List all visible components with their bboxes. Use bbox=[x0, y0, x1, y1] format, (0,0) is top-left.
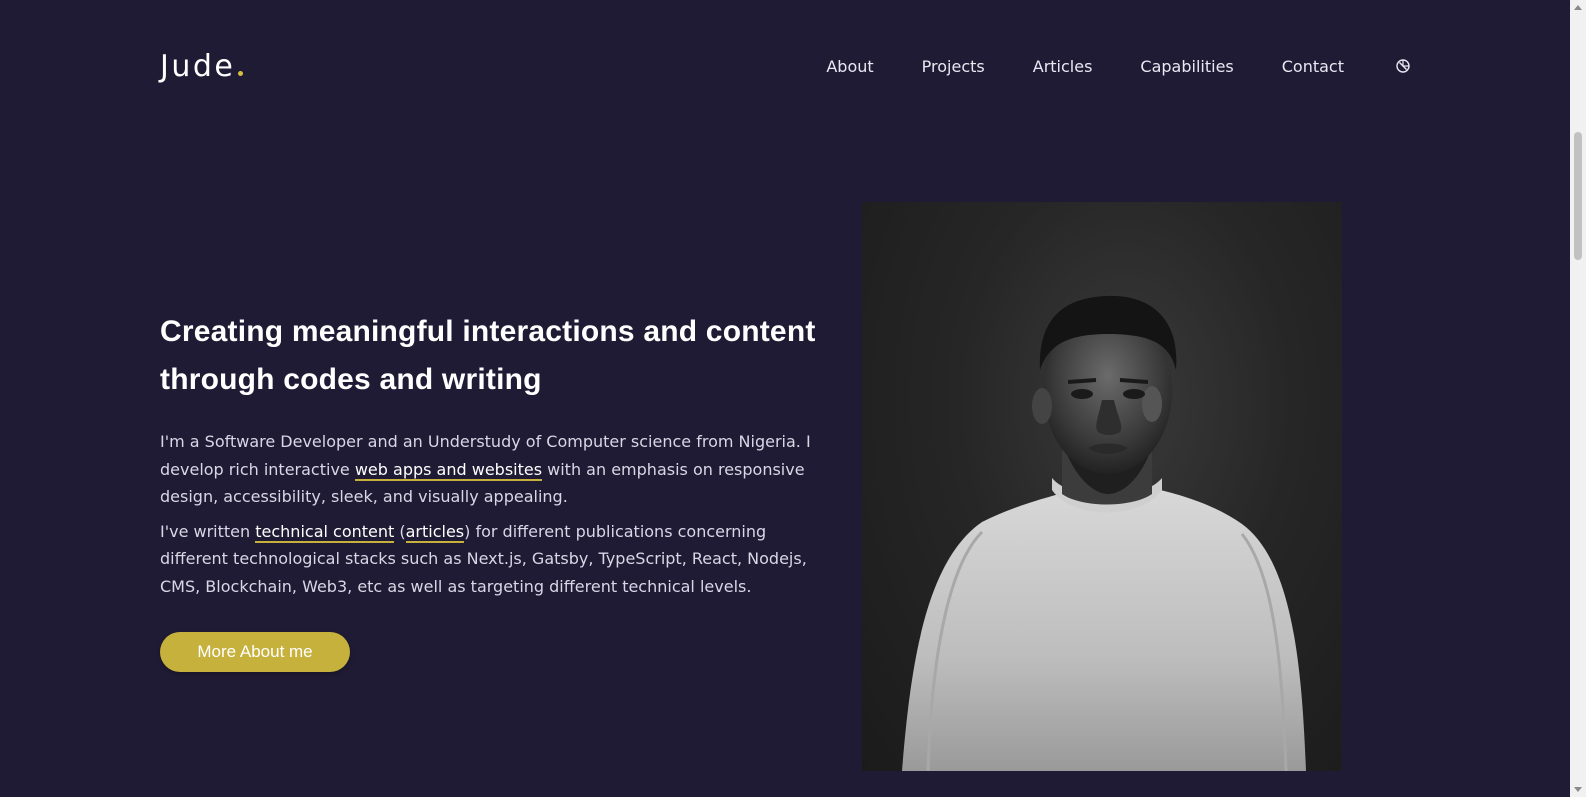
nav-contact[interactable]: Contact bbox=[1282, 57, 1344, 76]
page-scrollbar[interactable] bbox=[1570, 0, 1586, 797]
logo-text[interactable]: Jude bbox=[160, 49, 235, 84]
nav-capabilities[interactable]: Capabilities bbox=[1140, 57, 1233, 76]
portrait-illustration bbox=[902, 295, 1306, 771]
writing-text-before: I've written bbox=[160, 521, 256, 541]
hero-headline: Creating meaningful interactions and con… bbox=[160, 315, 816, 396]
hero-text: Creating meaningful interactions and con… bbox=[160, 308, 840, 672]
theme-toggle-icon[interactable] bbox=[1394, 57, 1412, 75]
scroll-up-arrow-icon[interactable] bbox=[1574, 5, 1582, 10]
scroll-down-arrow-icon[interactable] bbox=[1574, 787, 1582, 792]
main-nav: About Projects Articles Capabilities Con… bbox=[826, 57, 1412, 76]
portrait-photo bbox=[862, 202, 1342, 771]
nav-about[interactable]: About bbox=[826, 57, 873, 76]
articles-link[interactable]: articles bbox=[405, 521, 465, 543]
page: Jude About Projects Articles Capabilitie… bbox=[0, 0, 1570, 797]
hero-intro-paragraph: I'm a Software Developer and an Understu… bbox=[160, 428, 830, 511]
site-header: Jude About Projects Articles Capabilitie… bbox=[160, 40, 1412, 92]
logo[interactable]: Jude bbox=[160, 49, 244, 84]
logo-dot bbox=[238, 70, 244, 76]
nav-projects[interactable]: Projects bbox=[922, 57, 985, 76]
technical-content-link[interactable]: technical content bbox=[255, 521, 395, 543]
nav-articles[interactable]: Articles bbox=[1033, 57, 1093, 76]
writing-text-mid: ( bbox=[394, 521, 406, 541]
hero-writing-paragraph: I've written technical content (articles… bbox=[160, 518, 830, 601]
more-about-me-button[interactable]: More About me bbox=[160, 632, 350, 672]
scroll-thumb[interactable] bbox=[1574, 132, 1582, 260]
web-apps-link[interactable]: web apps and websites bbox=[354, 459, 543, 481]
